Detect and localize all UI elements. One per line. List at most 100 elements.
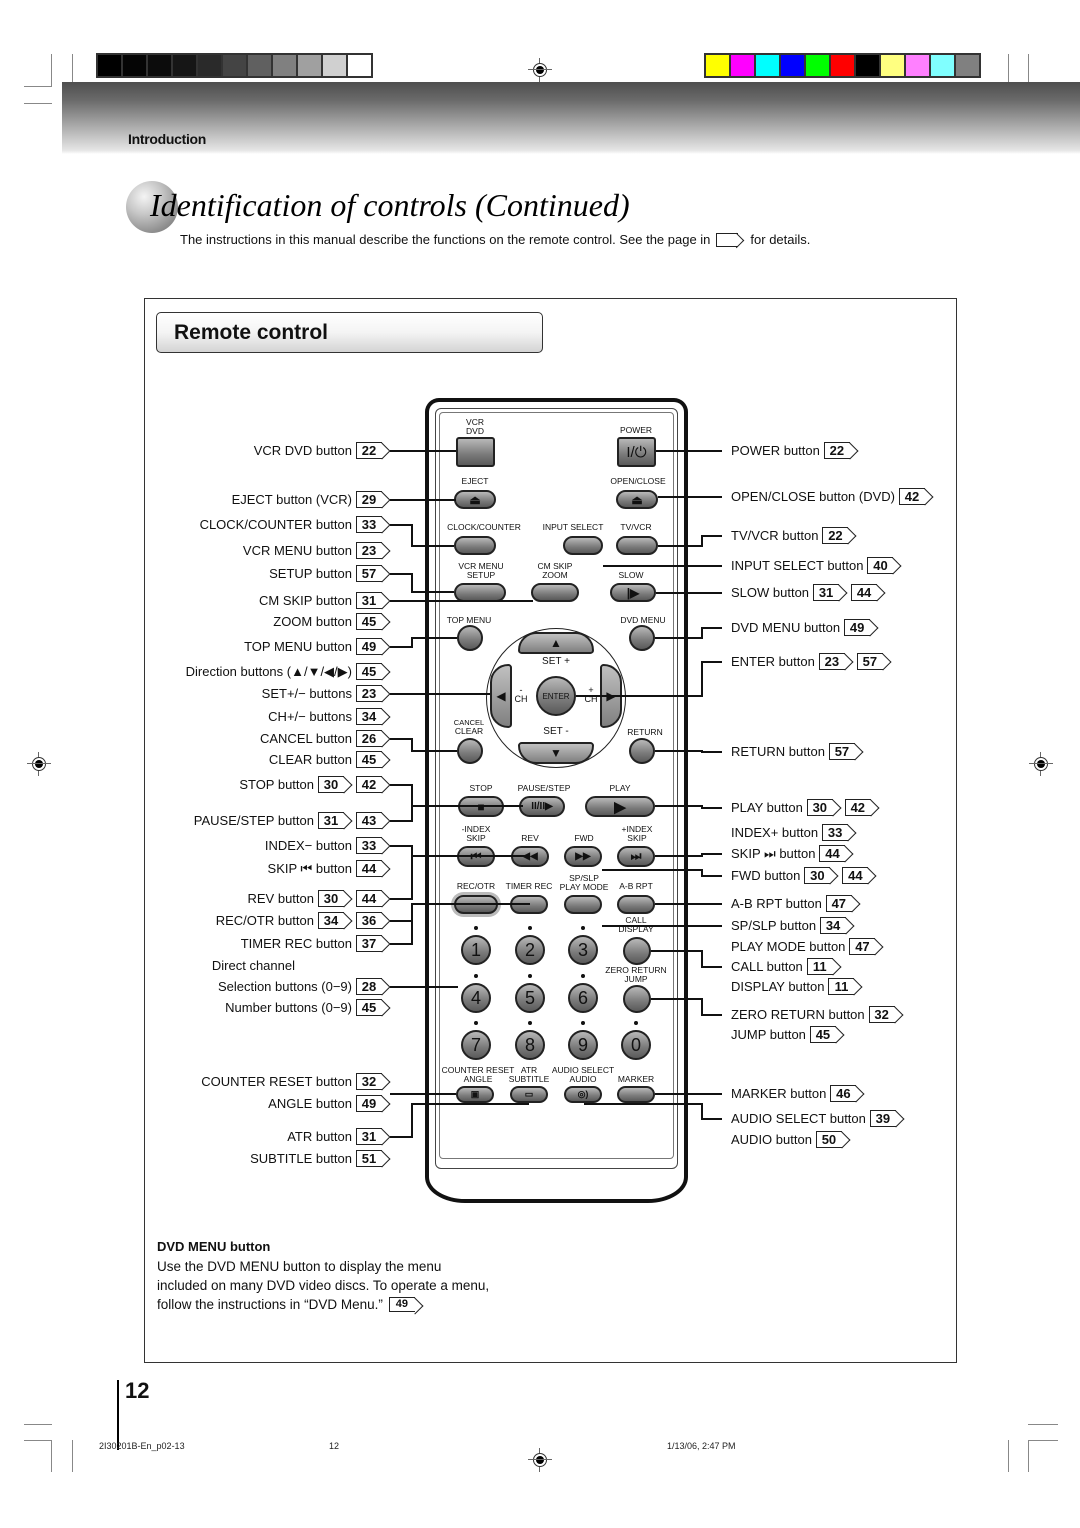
cm-skip-zoom-button[interactable] (531, 583, 579, 602)
enter-button[interactable]: ENTER (536, 676, 576, 716)
page-ref-icon (716, 232, 739, 247)
callout-label: STOP button 30 42 (239, 776, 390, 793)
callout-label: CANCEL button 26 (260, 730, 390, 747)
callout-text: OPEN/CLOSE button (DVD) (731, 489, 895, 504)
vcr-menu-setup-button[interactable] (454, 583, 506, 602)
number-button-8[interactable]: 8 (515, 1030, 545, 1060)
callout-text: CALL button (731, 959, 803, 974)
callout-text: SLOW button (731, 585, 810, 600)
power-button[interactable]: I/⏻ (617, 437, 656, 467)
number-button-6[interactable]: 6 (568, 983, 598, 1013)
play-icon: ▶ (614, 798, 626, 816)
callout-label: CLEAR button 45 (269, 751, 390, 768)
fwd-label: FWD (574, 833, 594, 843)
atr-subtitle-button[interactable]: ▭ (510, 1086, 548, 1103)
slow-button[interactable]: |▶ (610, 583, 656, 602)
number-button-7[interactable]: 7 (461, 1030, 491, 1060)
callout-text: CLOCK/COUNTER button (199, 517, 352, 532)
registration-mark-icon (27, 752, 51, 776)
number-label: 8 (524, 1034, 535, 1055)
page-ref: 47 (825, 895, 852, 912)
ab-rpt-button[interactable] (617, 895, 655, 914)
stop-button[interactable]: ■ (458, 796, 504, 817)
pause-step-button[interactable]: II/II▶ (519, 796, 565, 817)
up-arrow-button[interactable]: ▲ (518, 632, 594, 654)
number-button-3[interactable]: 3 (568, 935, 598, 965)
clock-counter-button[interactable] (454, 536, 496, 555)
dvd-menu-button[interactable] (629, 625, 655, 651)
skip-forward-button[interactable]: ⏭ (617, 846, 655, 867)
callout-text: EJECT button (VCR) (231, 492, 352, 507)
callout-text: DISPLAY button (731, 979, 825, 994)
page-ref: 49 (356, 1095, 382, 1112)
skip-back-button[interactable]: ⏮ (457, 846, 495, 867)
callout-text: PLAY button (731, 800, 803, 815)
page-ref: 37 (356, 935, 382, 952)
number-button-1[interactable]: 1 (461, 935, 491, 965)
return-button[interactable] (629, 738, 655, 764)
audio-select-label: AUDIO SELECT AUDIO (552, 1066, 614, 1084)
rec-otr-button[interactable] (454, 895, 498, 914)
timer-rec-button[interactable] (510, 895, 548, 914)
setup-text: SETUP (466, 570, 496, 580)
footer-timestamp: 1/13/06, 2:47 PM (667, 1441, 736, 1451)
play-button[interactable]: ▶ (585, 796, 655, 817)
callout-label: SP/SLP button 34 (731, 917, 854, 934)
page-ref: 57 (356, 565, 382, 582)
left-arrow-button[interactable]: ◀ (490, 664, 512, 728)
vcr-dvd-button[interactable] (456, 437, 495, 467)
tactile-dot (528, 1021, 532, 1025)
fwd-button[interactable]: ▶▶ (564, 846, 602, 867)
call-display-button[interactable] (623, 937, 651, 965)
page-ref: 32 (868, 1006, 895, 1023)
page-ref: 46 (830, 1085, 857, 1102)
callout-text: INDEX− button (264, 838, 352, 853)
color-swatch (856, 55, 879, 76)
page-ref: 33 (822, 824, 849, 841)
input-select-button[interactable] (563, 536, 603, 555)
callout-text: RETURN button (731, 744, 825, 759)
open-close-button[interactable]: ⏏ (616, 490, 658, 509)
callout-text: CM SKIP button (259, 593, 352, 608)
tv-vcr-button[interactable] (616, 536, 658, 555)
crop-mark (1008, 1440, 1009, 1472)
page-ref: 31 (813, 584, 840, 601)
atr-subtitle-label: ATR SUBTITLE (509, 1066, 550, 1084)
cancel-clear-button[interactable] (457, 738, 483, 764)
callout-label: VCR DVD button 22 (254, 442, 390, 459)
page-ref: 45 (356, 613, 382, 630)
page-ref: 44 (356, 860, 382, 877)
callout-label: Number buttons (0−9) 45 (225, 999, 390, 1016)
page-ref: 44 (842, 867, 869, 884)
skip-text: SKIP (627, 833, 647, 843)
callout-label: DVD MENU button 49 (731, 619, 878, 636)
audio-select-button[interactable]: ◎) (564, 1086, 602, 1103)
down-arrow-button[interactable]: ▼ (518, 742, 594, 764)
cm-skip-label: CM SKIP ZOOM (538, 562, 573, 580)
callout-label: PLAY MODE button 47 (731, 938, 883, 955)
down-arrow-icon: ▼ (550, 746, 562, 760)
eject-button[interactable]: ⏏ (454, 490, 496, 509)
slow-label: SLOW (618, 570, 644, 580)
callout-text: REV button (247, 891, 315, 906)
sp-slp-play-mode-button[interactable] (564, 895, 602, 914)
zero-return-jump-button[interactable] (623, 985, 651, 1013)
intro-text-before: The instructions in this manual describe… (180, 232, 711, 247)
number-button-9[interactable]: 9 (568, 1030, 598, 1060)
top-menu-button[interactable] (457, 625, 483, 651)
callout-label: A-B RPT button 47 (731, 895, 860, 912)
marker-button[interactable] (617, 1086, 655, 1103)
right-arrow-button[interactable]: ▶ (600, 664, 622, 728)
callout-text: POWER button (731, 443, 820, 458)
number-button-4[interactable]: 4 (461, 983, 491, 1013)
callout-text: ATR button (287, 1129, 352, 1144)
number-button-0[interactable]: 0 (621, 1030, 651, 1060)
page-ref: 45 (356, 751, 382, 768)
number-button-2[interactable]: 2 (515, 935, 545, 965)
page-ref: 49 (356, 638, 382, 655)
rev-button[interactable]: ◀◀ (511, 846, 549, 867)
callout-text: CLEAR button (268, 752, 352, 767)
number-button-5[interactable]: 5 (515, 983, 545, 1013)
counter-reset-angle-button[interactable]: ▣ (456, 1086, 494, 1103)
callout-text: A-B RPT button (731, 896, 822, 911)
